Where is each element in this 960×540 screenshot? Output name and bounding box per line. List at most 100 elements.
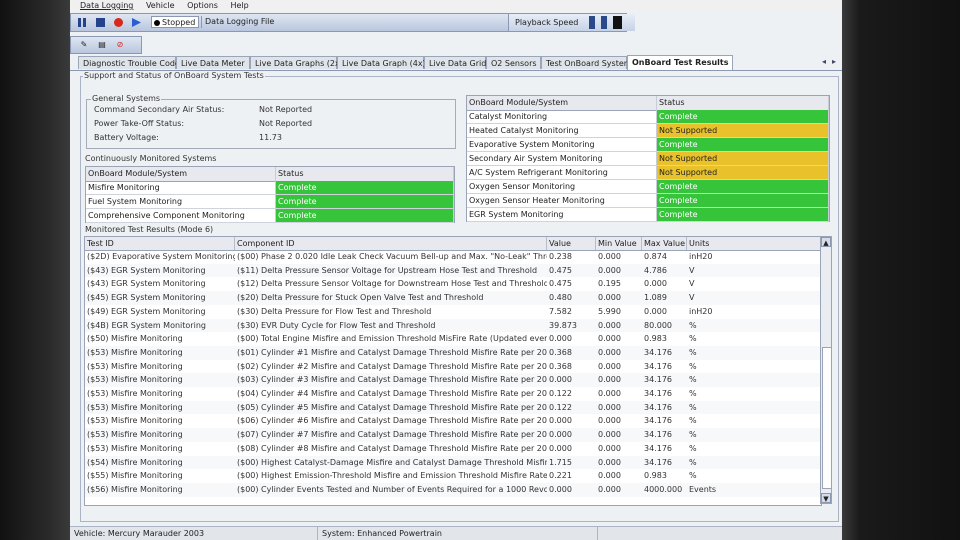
menu-data-logging[interactable]: Data Logging [80,1,133,10]
table-row[interactable]: ($49) EGR System Monitoring ($30) Delta P… [85,305,821,319]
table-row[interactable]: ($2D) Evaporative System Monitoring ($00)… [85,250,821,264]
secondary-air-value: Not Reported [259,105,313,114]
value-cell: 0.475 [549,265,572,275]
scroll-up-icon[interactable]: ▲ [821,237,831,247]
speed-slider-thumb[interactable] [613,16,622,29]
table-row[interactable]: A/C System Refrigerant Monitoring Not Su… [467,166,829,180]
onboard-test-results-panel: Support and Status of OnBoard System Tes… [80,71,839,522]
column-header-units[interactable]: Units [687,237,821,250]
units-cell: % [689,375,697,385]
test-id-cell: ($53) Misfire Monitoring [87,347,183,357]
monitor-bezel-left [0,0,70,540]
table-row[interactable]: ($50) Misfire Monitoring ($00) Total Engi… [85,332,821,346]
component-id-cell: ($02) Cylinder #2 Misfire and Catalyst D… [237,361,547,371]
tab-live-data-graph-4x[interactable]: Live Data Graph (4x) [337,56,426,69]
tab-scroll-right-icon[interactable]: ▸ [832,57,836,66]
value-cell: 0.122 [549,402,572,412]
scrollbar-thumb[interactable] [822,347,832,489]
column-header-module[interactable]: OnBoard Module/System [86,167,276,181]
tab-diagnostic-trouble-codes[interactable]: Diagnostic Trouble Codes [78,56,184,69]
table-row[interactable]: ($43) EGR System Monitoring ($11) Delta P… [85,263,821,278]
max-value-cell: 34.176 [644,402,672,412]
table-row[interactable]: Oxygen Sensor Monitoring Complete [467,180,829,194]
tab-scroll-left-icon[interactable]: ◂ [822,57,826,66]
test-id-cell: ($50) Misfire Monitoring [87,334,183,344]
stop-icon[interactable] [95,17,106,28]
status-dot-icon [154,20,160,26]
table-row[interactable]: ($53) Misfire Monitoring ($05) Cylinder #… [85,400,821,415]
menu-vehicle[interactable]: Vehicle [146,1,175,10]
table-row[interactable]: ($53) Misfire Monitoring ($01) Cylinder #… [85,345,821,360]
table-row[interactable]: EGR System Monitoring Complete [467,208,829,222]
min-value-cell: 0.000 [598,402,621,412]
table-row[interactable]: ($56) Misfire Monitoring ($00) Cylinder E… [85,482,821,497]
table-row[interactable]: ($45) EGR System Monitoring ($20) Delta P… [85,291,821,305]
data-logging-file-field[interactable]: Data Logging File [201,16,505,28]
record-icon[interactable] [113,17,124,28]
value-cell: 0.000 [549,430,572,440]
component-id-cell: ($06) Cylinder #6 Misfire and Catalyst D… [237,416,547,426]
copy-icon[interactable]: ▤ [97,40,107,50]
tab-live-data-meter[interactable]: Live Data Meter [176,56,250,69]
playback-speed-control[interactable]: Playback Speed [508,14,635,31]
column-header-status[interactable]: Status [657,96,829,110]
table-row[interactable]: ($53) Misfire Monitoring ($07) Cylinder #… [85,428,821,442]
table-row[interactable]: Comprehensive Component Monitoring Compl… [86,209,454,223]
column-header-test-id[interactable]: Test ID [85,237,235,250]
max-value-cell: 34.176 [644,361,672,371]
tools-icon[interactable]: ✎ [79,40,89,50]
column-header-component-id[interactable]: Component ID [235,237,547,250]
speed-slider-segment[interactable] [601,16,607,29]
max-value-cell: 0.983 [644,471,667,481]
speed-slider-segment[interactable] [589,16,595,29]
table-row[interactable]: Fuel System Monitoring Complete [86,195,454,209]
tab-onboard-test-results[interactable]: OnBoard Test Results [627,55,733,70]
tab-live-data-grid[interactable]: Live Data Grid [424,56,486,69]
menu-options[interactable]: Options [187,1,218,10]
general-systems-group: General Systems Command Secondary Air St… [86,94,456,149]
value-cell: 0.000 [549,334,572,344]
table-row[interactable]: Catalyst Monitoring Complete [467,110,829,124]
table-row[interactable]: ($53) Misfire Monitoring ($03) Cylinder #… [85,373,821,387]
pause-icon[interactable] [77,17,88,28]
table-row[interactable]: Oxygen Sensor Heater Monitoring Complete [467,194,829,208]
tab-o2-sensors[interactable]: O2 Sensors [486,56,541,69]
column-header-max-value[interactable]: Max Value [642,237,687,250]
table-row[interactable]: ($4B) EGR System Monitoring ($30) EVR Dut… [85,318,821,333]
table-row[interactable]: Secondary Air System Monitoring Not Supp… [467,152,829,166]
component-id-cell: ($00) Total Engine Misfire and Emission … [237,334,547,344]
table-row[interactable]: ($43) EGR System Monitoring ($12) Delta P… [85,277,821,291]
min-value-cell: 0.000 [598,252,621,261]
min-value-cell: 0.000 [598,457,621,467]
table-row[interactable]: ($53) Misfire Monitoring ($02) Cylinder #… [85,360,821,374]
play-icon[interactable] [131,17,142,28]
table-row[interactable]: Evaporative System Monitoring Complete [467,138,829,152]
table-row[interactable]: Misfire Monitoring Complete [86,181,454,195]
tab-test-onboard-system[interactable]: Test OnBoard System [541,56,632,69]
column-header-status[interactable]: Status [276,167,454,181]
column-header-module[interactable]: OnBoard Module/System [467,96,657,110]
table-row[interactable]: Heated Catalyst Monitoring Not Supported [467,124,829,138]
scroll-down-icon[interactable]: ▼ [821,493,831,503]
table-row[interactable]: ($55) Misfire Monitoring ($00) Highest Em… [85,469,821,483]
units-cell: % [689,430,697,440]
test-id-cell: ($4B) EGR System Monitoring [87,320,206,330]
max-value-cell: 4000.000 [644,484,683,494]
max-value-cell: 34.176 [644,443,672,453]
component-id-cell: ($03) Cylinder #3 Misfire and Catalyst D… [237,375,547,385]
tab-live-data-graphs-2x[interactable]: Live Data Graphs (2x) [250,56,343,69]
table-row[interactable]: ($53) Misfire Monitoring ($06) Cylinder #… [85,414,821,428]
column-header-min-value[interactable]: Min Value [596,237,642,250]
menu-help[interactable]: Help [231,1,249,10]
table-row[interactable]: ($54) Misfire Monitoring ($00) Highest Ca… [85,455,821,470]
cancel-icon[interactable]: ⊘ [115,40,125,50]
units-cell: Events [689,484,717,494]
column-header-value[interactable]: Value [547,237,596,250]
value-cell: 0.368 [549,347,572,357]
status-cell: Complete [276,181,454,195]
table-row[interactable]: ($53) Misfire Monitoring ($04) Cylinder #… [85,387,821,401]
results-scrollbar[interactable]: ▲ ▼ [820,236,832,504]
min-value-cell: 0.000 [598,471,621,481]
table-row[interactable]: ($53) Misfire Monitoring ($08) Cylinder #… [85,442,821,456]
results-body: ($2D) Evaporative System Monitoring ($00)… [85,250,821,505]
